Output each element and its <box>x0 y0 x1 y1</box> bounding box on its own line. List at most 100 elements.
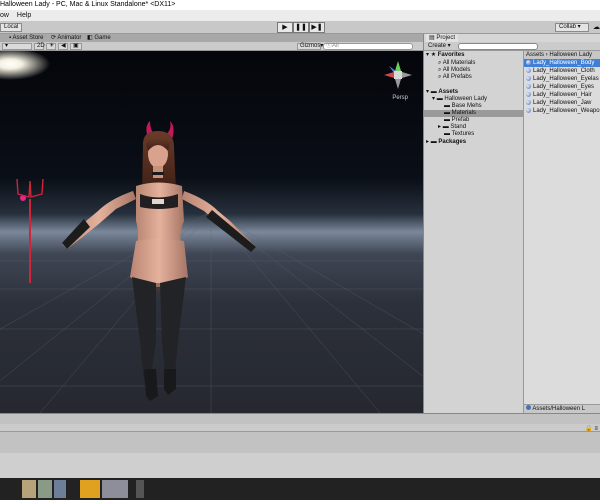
mode-2d-toggle[interactable]: 2D <box>34 43 45 50</box>
trident-prop <box>16 178 44 283</box>
list-item[interactable]: Lady_Halloween_Hair <box>524 91 600 99</box>
pivot-local-toggle[interactable]: Local <box>0 23 23 32</box>
star-icon: ★ <box>430 52 437 58</box>
shading-mode-dropdown[interactable]: ▾ <box>2 43 32 50</box>
selected-asset-path: Assets/Halloween L <box>524 404 600 413</box>
tab-project[interactable]: ▤ Project <box>426 34 459 42</box>
chevron-right-icon: ▸ <box>426 139 430 145</box>
asset-store-icon: ▪ <box>9 35 12 41</box>
play-controls: ▶ ❚❚ ▶❚ <box>277 22 325 33</box>
folder-icon: ▬ <box>430 89 437 95</box>
tab-game[interactable]: ◧ Game <box>84 34 114 42</box>
tree-packages[interactable]: ▸ ▬ Packages <box>426 139 466 146</box>
bottom-panel: 🔒 ≡ <box>0 413 600 453</box>
material-icon <box>526 76 531 81</box>
tree-folder[interactable]: ▬ Prefab <box>444 117 469 124</box>
bottom-panel-toolbar <box>0 424 600 432</box>
effects-dropdown[interactable]: ▣ <box>70 43 82 50</box>
gizmos-dropdown[interactable]: Gizmos▾ <box>297 43 323 50</box>
animator-icon: ⟳ <box>51 35 57 41</box>
search-icon: ⌕ <box>438 74 442 80</box>
menu-icon[interactable]: ≡ <box>594 426 598 432</box>
scene-options-bar: ▾ 2D ☀ ◀ ▣ Gizmos▾ ⓒAll <box>0 42 423 51</box>
breadcrumb[interactable]: Assets › Halloween Lady <box>524 51 600 59</box>
menu-item-help[interactable]: Help <box>17 12 31 19</box>
speaker-icon: ◀ <box>61 43 66 49</box>
list-item[interactable]: Lady_Halloween_Weapo <box>524 107 600 115</box>
lighting-toggle[interactable]: ☀ <box>46 43 56 50</box>
sun-icon: ☀ <box>49 43 55 49</box>
project-folder-tree: ▾ ★ Favorites ⌕ All Materials ⌕ All Mode… <box>424 51 524 413</box>
taskbar-app-icon[interactable] <box>22 480 36 498</box>
tree-favorite-item[interactable]: ⌕ All Materials <box>438 60 475 67</box>
material-icon <box>526 100 531 105</box>
folder-icon: ▬ <box>430 139 437 145</box>
cloud-icon[interactable]: ☁ <box>593 23 600 31</box>
scene-search-input[interactable]: ⓒAll <box>323 43 413 50</box>
taskbar-app-icon[interactable] <box>80 480 100 498</box>
tree-favorite-item[interactable]: ⌕ All Models <box>438 67 470 74</box>
persp-label[interactable]: Persp <box>392 95 408 101</box>
scene-tab-strip: ▪ Asset Store ⟳ Animator ◧ Game <box>0 34 423 42</box>
list-item[interactable]: Lady_Halloween_Body <box>524 59 600 67</box>
bottom-panel-controls: 🔒 ≡ <box>585 425 598 432</box>
search-icon: ⌕ <box>438 60 442 66</box>
taskbar-app-icon[interactable] <box>38 480 52 498</box>
sun-glow <box>0 51 50 80</box>
tree-folder[interactable]: ▬ Textures <box>444 131 474 138</box>
collab-button[interactable]: Collab ▾ <box>555 23 589 32</box>
list-item[interactable]: Lady_Halloween_Eyes <box>524 83 600 91</box>
folder-icon: ▬ <box>444 103 450 109</box>
tree-assets[interactable]: ▾ ▬ Assets <box>426 89 458 96</box>
chevron-right-icon: ▸ <box>438 124 442 130</box>
window-title: Halloween Lady - PC, Mac & Linux Standal… <box>0 1 176 8</box>
os-taskbar <box>0 453 600 500</box>
taskbar-app-icon[interactable] <box>136 480 144 498</box>
tab-animator[interactable]: ⟳ Animator <box>48 34 84 42</box>
list-item[interactable]: Lady_Halloween_Eyelas <box>524 75 600 83</box>
project-search-input[interactable] <box>458 43 538 50</box>
step-button[interactable]: ▶❚ <box>309 22 325 33</box>
tree-folder[interactable]: ▸ ▬ Stand <box>438 124 466 131</box>
material-icon <box>526 92 531 97</box>
list-item[interactable]: Lady_Halloween_Jaw <box>524 99 600 107</box>
folder-icon: ▬ <box>442 124 449 130</box>
step-icon: ▶❚ <box>311 24 323 31</box>
material-icon <box>526 405 531 410</box>
play-button[interactable]: ▶ <box>277 22 293 33</box>
chevron-down-icon: ▾ <box>432 96 436 102</box>
main-toolbar: Local ▶ ❚❚ ▶❚ Collab ▾ ☁ <box>0 21 600 34</box>
taskbar-app-icon[interactable] <box>102 480 128 498</box>
scene-view[interactable]: Persp <box>0 51 423 413</box>
pause-icon: ❚❚ <box>295 24 307 31</box>
project-toolbar: Create ▾ <box>424 42 600 51</box>
audio-toggle[interactable]: ◀ <box>58 43 68 50</box>
tree-folder-selected[interactable]: ▬ Materials <box>424 110 524 117</box>
tab-asset-store[interactable]: ▪ Asset Store <box>6 34 47 42</box>
menu-item-window[interactable]: ow <box>0 12 9 19</box>
tree-favorite-item[interactable]: ⌕ All Prefabs <box>438 74 472 81</box>
search-icon: ⌕ <box>438 67 442 73</box>
orientation-gizmo <box>384 61 412 89</box>
tree-favorites[interactable]: ▾ ★ Favorites <box>426 52 464 59</box>
pause-button[interactable]: ❚❚ <box>293 22 309 33</box>
image-icon: ▣ <box>73 43 79 49</box>
list-item[interactable]: Lady_Halloween_Cloth <box>524 67 600 75</box>
folder-icon: ▬ <box>444 117 450 123</box>
folder-icon: ▤ <box>429 35 435 41</box>
project-panel: ▤ Project Create ▾ ▾ ★ Favorites ⌕ All M… <box>423 34 600 413</box>
tree-folder-halloween-lady[interactable]: ▾ ▬ Halloween Lady <box>432 96 487 103</box>
menu-bar: ow Help <box>0 10 600 21</box>
window-title-bar: Halloween Lady - PC, Mac & Linux Standal… <box>0 0 600 10</box>
chevron-down-icon: ▾ <box>426 89 430 95</box>
tree-folder[interactable]: ▬ Base Mehs <box>444 103 482 110</box>
folder-icon: ▬ <box>444 131 450 137</box>
chevron-down-icon: ▾ <box>426 52 430 58</box>
material-icon <box>526 68 531 73</box>
lock-icon[interactable]: 🔒 <box>585 426 592 432</box>
project-file-list: Assets › Halloween Lady Lady_Halloween_B… <box>524 51 600 413</box>
taskbar-app-icon[interactable] <box>54 480 66 498</box>
create-dropdown[interactable]: Create ▾ <box>428 43 451 50</box>
material-icon <box>526 84 531 89</box>
game-icon: ◧ <box>87 35 93 41</box>
